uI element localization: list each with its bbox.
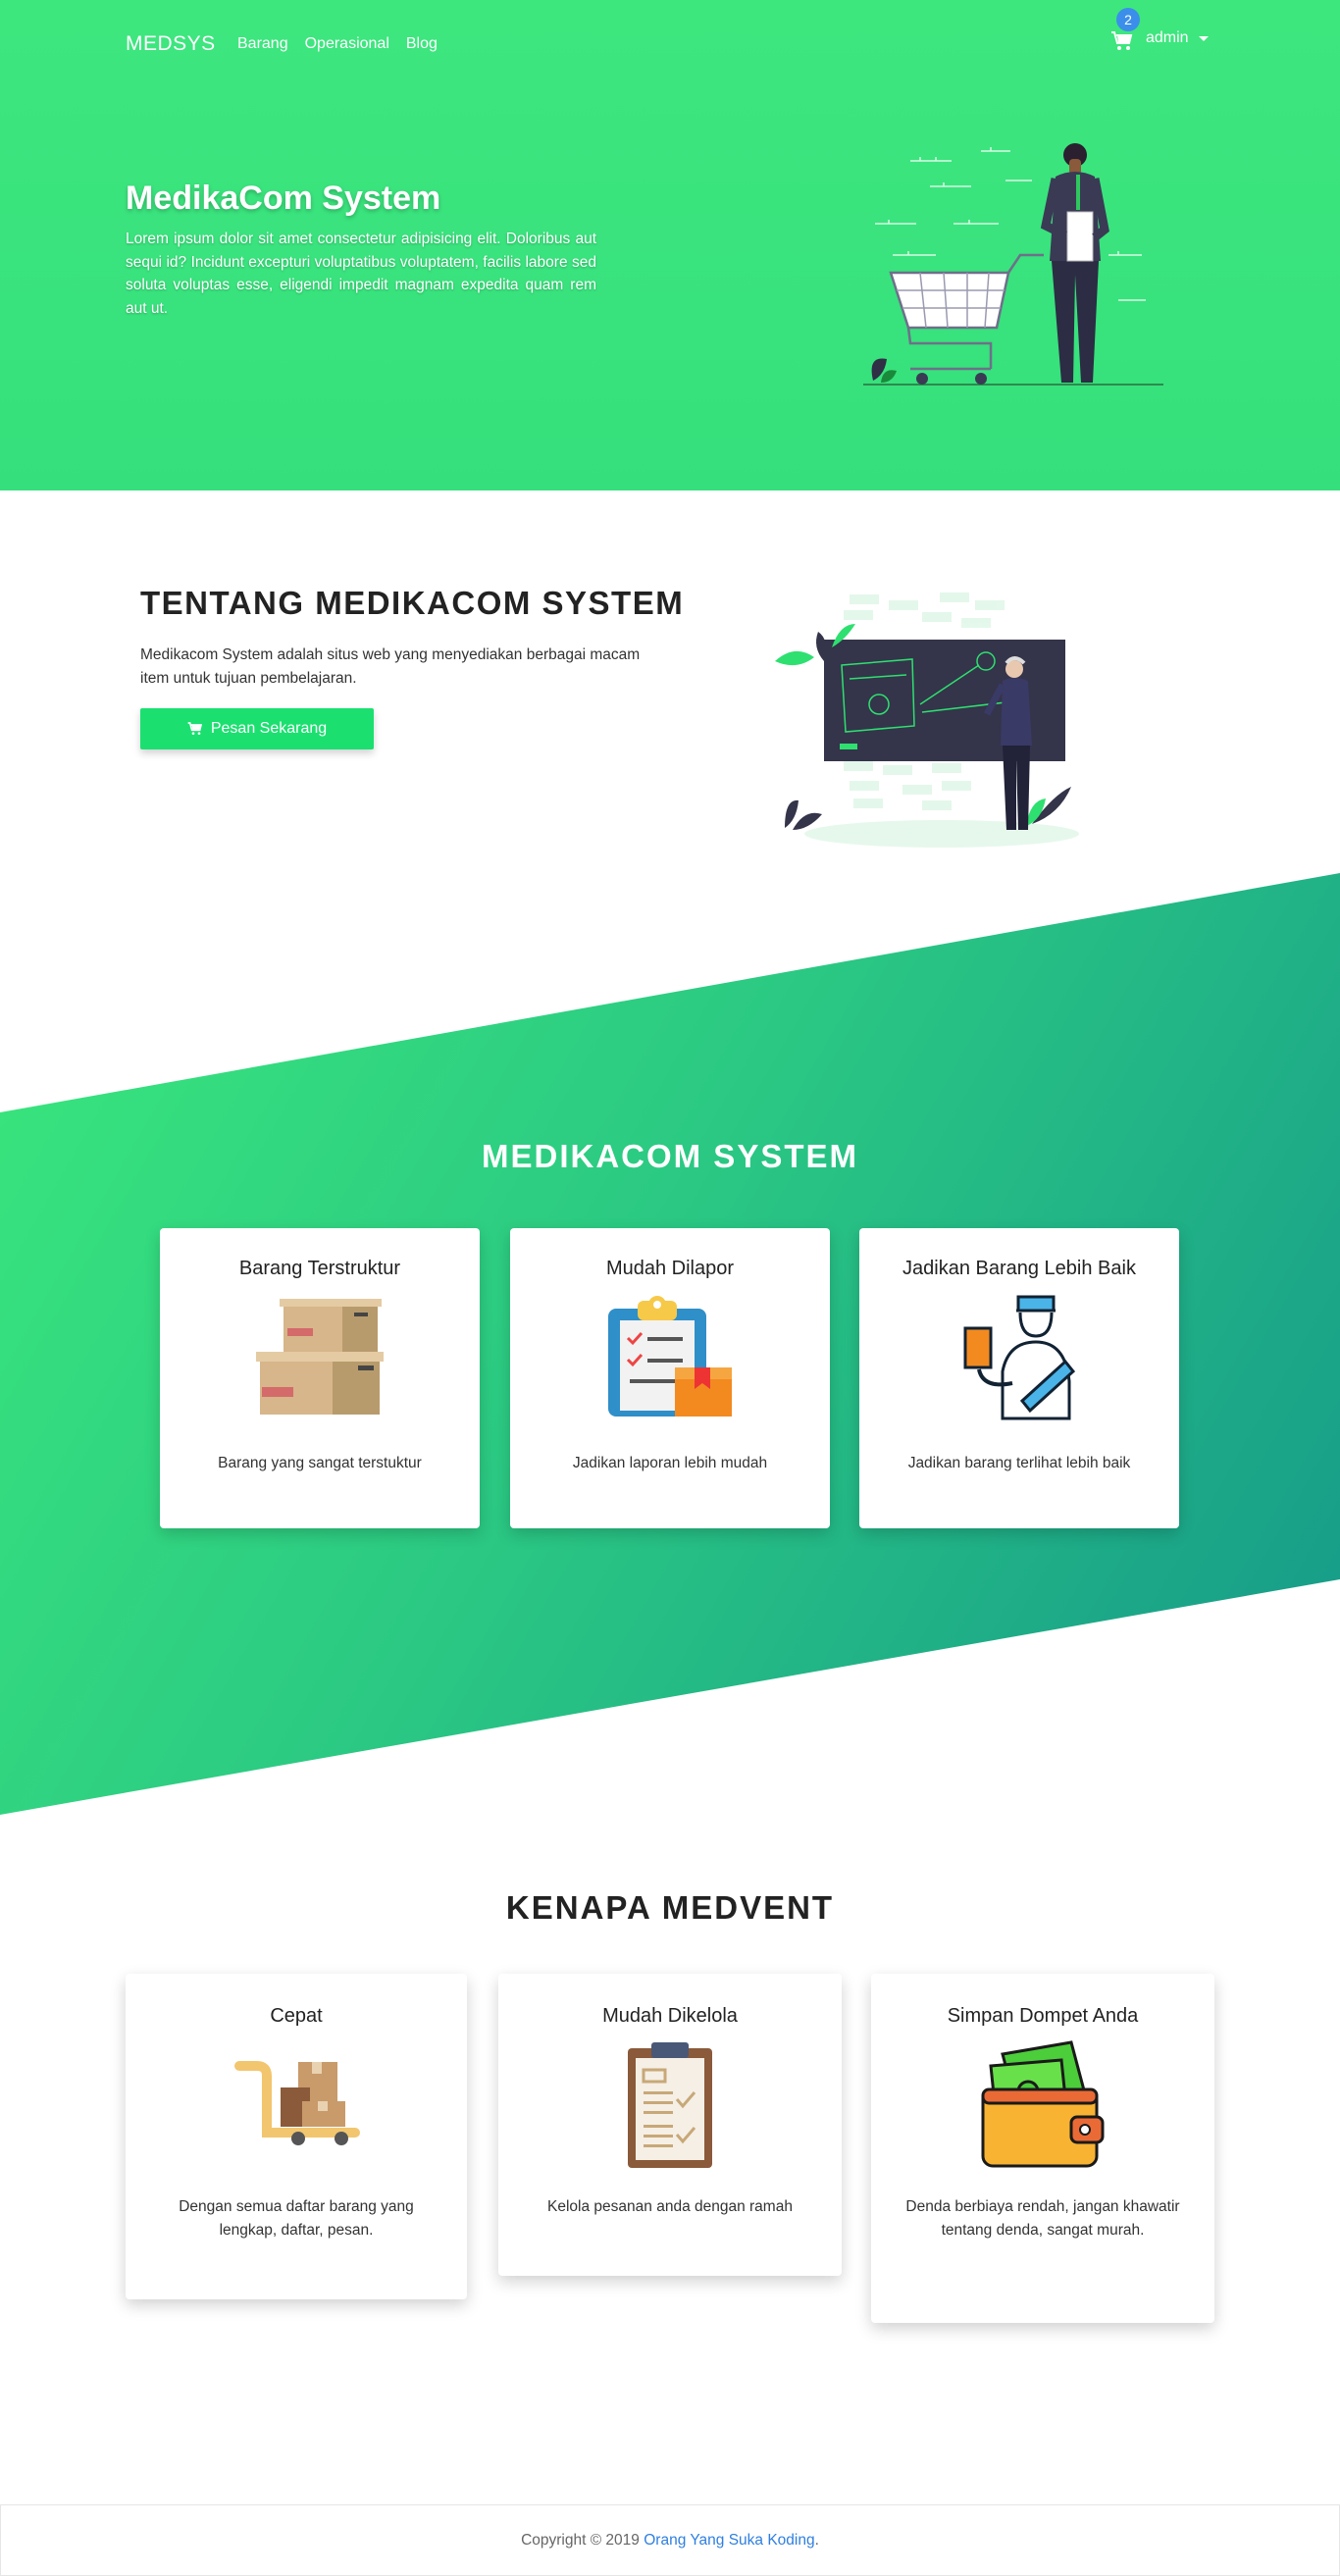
why-card-text: Kelola pesanan anda dengan ramah — [547, 2198, 793, 2215]
why-title: KENAPA MEDVENT — [505, 1889, 835, 1926]
about-title: TENTANG MEDIKACOM SYSTEM — [140, 585, 685, 621]
footer: Copyright © 2019 Orang Yang Suka Koding … — [0, 2504, 1340, 2576]
clipboard-checklist-icon — [608, 1296, 732, 1417]
clipboard-icon — [628, 2042, 712, 2168]
why-card: Simpan Dompet Anda Denda berbiaya rendah… — [871, 1974, 1214, 2323]
feature-card-text: Barang yang sangat terstuktur — [218, 1455, 422, 1471]
navbar: MEDSYS Barang Operasional Blog 2 admin — [126, 8, 1214, 59]
why-card-text: Dengan semua daftar barang yang lengkap,… — [179, 2198, 414, 2239]
shopping-cart-illustration — [863, 143, 1163, 386]
courier-icon — [963, 1295, 1076, 1420]
feature-card-title: Mudah Dilapor — [605, 1258, 735, 1279]
feature-card-text: Jadikan barang terlihat lebih baik — [907, 1455, 1131, 1471]
hero-title: MedikaCom System — [126, 180, 441, 217]
feature-card: Jadikan Barang Lebih Baik Jadikan barang… — [859, 1228, 1179, 1528]
copyright-text: Copyright © 2019 — [521, 2531, 640, 2549]
about-text: Medikacom System adalah situs web yang m… — [140, 646, 641, 687]
why-card-title: Mudah Dikelola — [602, 2005, 738, 2027]
copyright-suffix: . — [814, 2531, 819, 2549]
why-card: Mudah Dikelola Kelola pesanan anda denga… — [498, 1974, 842, 2276]
hero-section: MEDSYS Barang Operasional Blog 2 admin M… — [0, 0, 1340, 490]
why-card-title: Simpan Dompet Anda — [947, 2005, 1139, 2027]
nav-link-blog[interactable]: Blog — [406, 35, 438, 53]
chevron-down-icon — [1198, 35, 1209, 41]
nav-links: Barang Operasional Blog — [237, 35, 438, 53]
cart-icon — [187, 722, 202, 735]
presentation-board-illustration — [775, 592, 1079, 848]
hand-truck-icon — [234, 2061, 360, 2145]
features-title: MEDIKACOM SYSTEM — [481, 1138, 858, 1174]
feature-card-text: Jadikan laporan lebih mudah — [572, 1455, 768, 1471]
order-now-label: Pesan Sekarang — [210, 720, 328, 737]
feature-card-title: Barang Terstruktur — [238, 1258, 401, 1279]
brand-logo[interactable]: MEDSYS — [126, 32, 216, 56]
nav-link-operasional[interactable]: Operasional — [305, 35, 389, 53]
why-card-title: Cepat — [270, 2005, 323, 2027]
hero-text: Lorem ipsum dolor sit amet consectetur a… — [126, 231, 596, 317]
wallet-icon — [981, 2040, 1105, 2168]
boxes-icon — [256, 1299, 384, 1415]
user-menu[interactable]: admin — [1146, 29, 1209, 47]
nav-link-barang[interactable]: Barang — [237, 35, 288, 53]
cart-icon[interactable] — [1110, 29, 1134, 53]
user-name: admin — [1146, 29, 1189, 46]
feature-card: Mudah Dilapor Jadikan laporan lebih muda… — [510, 1228, 830, 1528]
feature-card: Barang Terstruktur Barang yang sangat te… — [160, 1228, 480, 1528]
cart-count-badge: 2 — [1116, 8, 1140, 31]
author-link[interactable]: Orang Yang Suka Koding — [644, 2532, 814, 2550]
feature-card-title: Jadikan Barang Lebih Baik — [902, 1258, 1136, 1279]
why-card-text: Denda berbiaya rendah, jangan khawatir t… — [905, 2198, 1180, 2239]
why-card: Cepat Dengan semua daftar barang yang le… — [126, 1974, 467, 2299]
order-now-button[interactable]: Pesan Sekarang — [140, 708, 374, 749]
